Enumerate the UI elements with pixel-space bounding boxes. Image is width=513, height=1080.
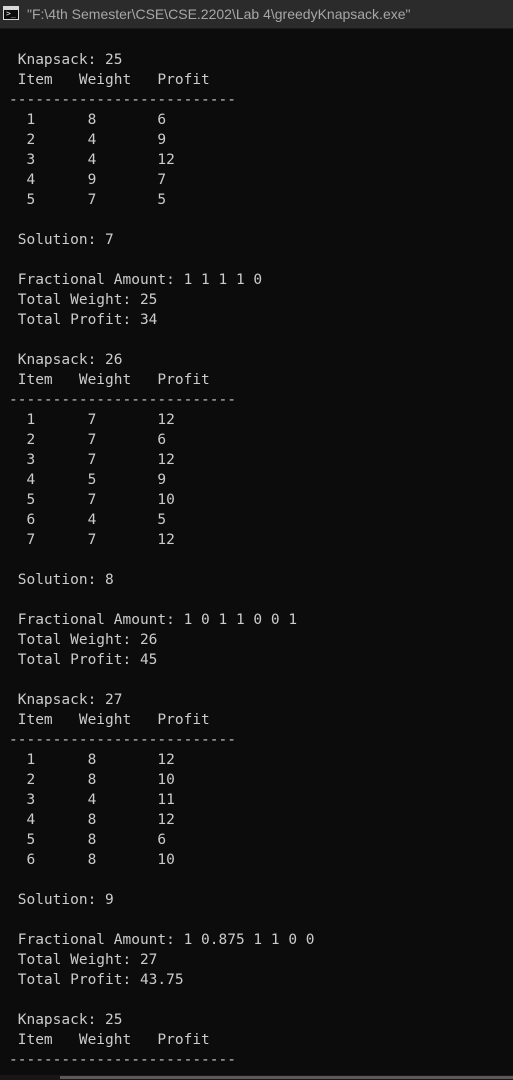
console-line: 6 8 10 — [9, 852, 175, 868]
console-line: Total Weight: 27 — [9, 952, 158, 968]
console-line: 6 4 5 — [9, 512, 167, 528]
console-line: 2 4 9 — [9, 132, 167, 148]
console-app-icon[interactable]: >_ — [3, 6, 19, 20]
console-line: 4 8 12 — [9, 812, 175, 828]
console-line: Fractional Amount: 1 1 1 1 0 — [9, 272, 263, 288]
console-line: Fractional Amount: 1 0.875 1 1 0 0 — [9, 932, 315, 948]
console-line: 5 7 5 — [9, 192, 167, 208]
console-line: 4 5 9 — [9, 472, 167, 488]
console-line: -------------------------- — [9, 392, 236, 408]
console-line: 7 7 12 — [9, 532, 175, 548]
console-line: Total Profit: 43.75 — [9, 972, 184, 988]
console-line: Item Weight Profit — [9, 372, 210, 388]
console-line: 1 8 12 — [9, 752, 175, 768]
console-line: Item Weight Profit — [9, 712, 210, 728]
console-line: -------------------------- — [9, 732, 236, 748]
scrollbar-thumb[interactable] — [60, 1076, 513, 1079]
console-line: 2 8 10 — [9, 772, 175, 788]
console-output-area[interactable]: Knapsack: 25 Item Weight Profit ---------… — [0, 29, 513, 1075]
console-line: 5 7 10 — [9, 492, 175, 508]
console-line: 3 4 11 — [9, 792, 175, 808]
console-line: Knapsack: 25 — [9, 52, 123, 68]
console-line: 4 9 7 — [9, 172, 167, 188]
console-line: 5 8 6 — [9, 832, 167, 848]
title-bar[interactable]: >_ "F:\4th Semester\CSE\CSE.2202\Lab 4\g… — [0, 0, 513, 29]
console-line: -------------------------- — [9, 1052, 236, 1068]
console-line: Knapsack: 26 — [9, 352, 123, 368]
console-line: 3 7 12 — [9, 452, 175, 468]
console-line: 1 7 12 — [9, 412, 175, 428]
console-line: Knapsack: 27 — [9, 692, 123, 708]
console-line: Solution: 7 — [9, 232, 114, 248]
console-line: 2 7 6 — [9, 432, 167, 448]
console-line: Knapsack: 25 — [9, 1012, 123, 1028]
window-title: "F:\4th Semester\CSE\CSE.2202\Lab 4\gree… — [27, 6, 411, 22]
console-line: Total Profit: 45 — [9, 652, 158, 668]
console-line: Total Profit: 34 — [9, 312, 158, 328]
horizontal-scrollbar[interactable] — [0, 1075, 513, 1080]
console-output: Knapsack: 25 Item Weight Profit ---------… — [9, 50, 315, 1070]
console-line: Total Weight: 25 — [9, 292, 158, 308]
console-line: Fractional Amount: 1 0 1 1 0 0 1 — [9, 612, 298, 628]
prompt-glyph: >_ — [6, 9, 16, 18]
console-line: 1 8 6 — [9, 112, 167, 128]
console-window: >_ "F:\4th Semester\CSE\CSE.2202\Lab 4\g… — [0, 0, 513, 1080]
console-line: Item Weight Profit — [9, 1032, 210, 1048]
console-line: Solution: 9 — [9, 892, 114, 908]
console-line: Total Weight: 26 — [9, 632, 158, 648]
console-line: Solution: 8 — [9, 572, 114, 588]
console-line: -------------------------- — [9, 92, 236, 108]
console-line: 3 4 12 — [9, 152, 175, 168]
console-line: Item Weight Profit — [9, 72, 210, 88]
